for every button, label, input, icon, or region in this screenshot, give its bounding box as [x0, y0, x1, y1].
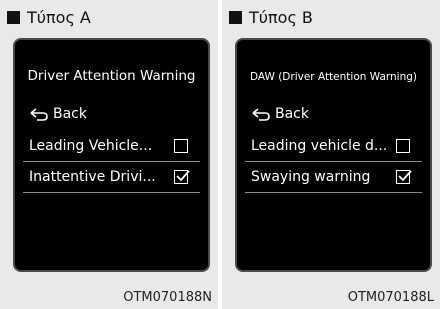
checkbox-checked-icon[interactable]: [174, 170, 190, 184]
divider: [245, 192, 422, 193]
menu-item-leading-vehicle[interactable]: Leading vehicle d...: [245, 131, 422, 161]
panel-header-label: Τύπος B: [249, 8, 313, 27]
checkbox-unchecked-icon[interactable]: [174, 139, 188, 153]
screen-title: DAW (Driver Attention Warning): [249, 71, 418, 83]
panel-header-label: Τύπος A: [27, 8, 91, 27]
menu-item-label: Inattentive Drivi...: [29, 169, 156, 185]
menu-item-label: Leading vehicle d...: [251, 138, 388, 154]
menu-item-label: Swaying warning: [251, 169, 371, 185]
menu-item-leading-vehicle[interactable]: Leading Vehicle...: [23, 131, 200, 161]
figure-code: OTM070188N: [123, 290, 212, 305]
panel-header: Τύπος A: [7, 8, 91, 27]
menu-item-label: Leading Vehicle...: [29, 138, 153, 154]
checkbox-checked-icon[interactable]: [396, 170, 412, 184]
panel-type-a: Τύπος A Driver Attention Warning Back Le…: [0, 0, 218, 309]
back-arrow-icon: [252, 108, 270, 121]
black-square-icon: [7, 11, 20, 24]
menu-item-inattentive-driving[interactable]: Inattentive Drivi...: [23, 162, 200, 192]
figure-code: OTM070188L: [347, 290, 434, 305]
black-square-icon: [229, 11, 242, 24]
screen-title: Driver Attention Warning: [27, 68, 196, 84]
checkbox-unchecked-icon[interactable]: [396, 139, 410, 153]
back-arrow-icon: [30, 108, 48, 121]
back-label: Back: [53, 106, 87, 122]
back-label: Back: [275, 106, 309, 122]
panel-type-b: Τύπος B DAW (Driver Attention Warning) B…: [222, 0, 440, 309]
panel-header: Τύπος B: [229, 8, 313, 27]
cluster-screen: Driver Attention Warning Back Leading Ve…: [13, 38, 210, 272]
divider: [23, 192, 200, 193]
cluster-screen: DAW (Driver Attention Warning) Back Lead…: [235, 38, 432, 272]
menu-item-swaying-warning[interactable]: Swaying warning: [245, 162, 422, 192]
back-button[interactable]: Back: [251, 106, 309, 122]
back-button[interactable]: Back: [29, 106, 87, 122]
